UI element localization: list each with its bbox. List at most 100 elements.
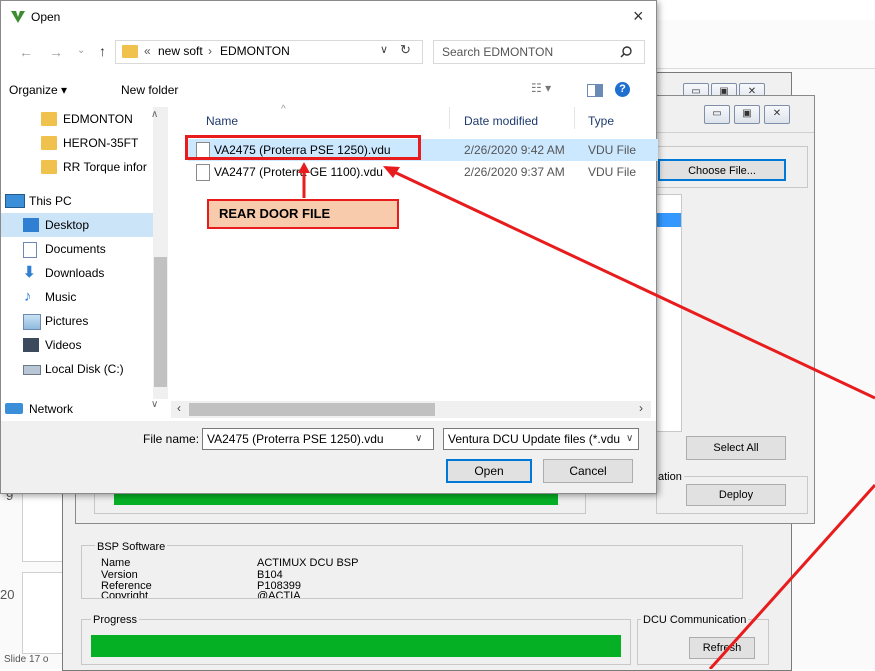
sidebar-item-label: Local Disk (C:) bbox=[45, 362, 124, 376]
sidebar-item-documents[interactable]: Documents bbox=[1, 237, 169, 261]
rear-door-callout: REAR DOOR FILE bbox=[207, 199, 399, 229]
preview-pane-icon[interactable] bbox=[587, 84, 603, 97]
column-divider bbox=[449, 107, 450, 129]
scroll-up-icon[interactable]: ∧ bbox=[151, 109, 158, 120]
bsp-value-name: ACTIMUX DCU BSP bbox=[257, 557, 359, 569]
app-logo-icon bbox=[11, 11, 25, 23]
back-arrow-icon[interactable]: ← bbox=[19, 44, 33, 60]
scroll-right-icon[interactable]: › bbox=[639, 401, 643, 415]
bsp-value-copyright: @ACTIA bbox=[257, 590, 301, 598]
file-name-dropdown-icon[interactable]: ∨ bbox=[415, 429, 422, 449]
sidebar-item-label: Desktop bbox=[45, 218, 90, 232]
progress-label: Progress bbox=[91, 614, 140, 626]
sidebar-item-label: This PC bbox=[29, 194, 72, 208]
choose-file-button[interactable]: Choose File... bbox=[658, 159, 786, 181]
sidebar-item-label: RR Torque infor bbox=[63, 160, 147, 174]
sidebar-item-local-disk[interactable]: Local Disk (C:) bbox=[1, 357, 169, 381]
file-icon bbox=[196, 164, 210, 181]
maximize-icon[interactable]: ▣ bbox=[734, 105, 760, 124]
new-folder-button[interactable]: New folder bbox=[121, 83, 178, 97]
search-input[interactable]: Search EDMONTON bbox=[442, 45, 553, 59]
deploy-button[interactable]: Deploy bbox=[686, 484, 786, 506]
file-name-value: VA2475 (Proterra PSE 1250).vdu bbox=[207, 432, 384, 446]
network-icon bbox=[5, 403, 23, 414]
slide-thumb-2[interactable] bbox=[22, 572, 66, 654]
slide-number-2: 20 bbox=[0, 587, 15, 602]
dcu-communication-label: DCU Communication bbox=[641, 614, 749, 626]
file-date: 2/26/2020 9:37 AM bbox=[464, 165, 565, 179]
nav-scrollbar[interactable] bbox=[153, 107, 168, 399]
sidebar-item-desktop[interactable]: Desktop bbox=[1, 213, 155, 237]
column-type[interactable]: Type bbox=[588, 114, 614, 128]
breadcrumb-current[interactable]: EDMONTON bbox=[220, 44, 290, 58]
breadcrumb-overflow[interactable]: « bbox=[144, 44, 151, 58]
sidebar-item-heron[interactable]: HERON-35FT bbox=[1, 131, 169, 155]
column-divider bbox=[574, 107, 575, 129]
file-type-filter[interactable]: Ventura DCU Update files (*.vdu ∨ bbox=[443, 428, 639, 450]
sidebar-item-rr-torque[interactable]: RR Torque infor bbox=[1, 155, 169, 179]
open-file-dialog: Open × ← → ⌄ ↑ « new soft › EDMONTON ∨ ↻… bbox=[0, 0, 658, 494]
disk-icon bbox=[23, 365, 41, 375]
sidebar-item-this-pc[interactable]: This PC bbox=[1, 189, 169, 213]
folder-icon bbox=[122, 45, 138, 58]
forward-arrow-icon[interactable]: → bbox=[49, 44, 63, 60]
sidebar-item-edmonton[interactable]: EDMONTON bbox=[1, 107, 169, 131]
search-icon[interactable] bbox=[620, 46, 632, 58]
open-button[interactable]: Open bbox=[446, 459, 532, 483]
minimize-icon[interactable]: ▭ bbox=[704, 105, 730, 124]
scroll-left-icon[interactable]: ‹ bbox=[177, 401, 181, 415]
address-dropdown-icon[interactable]: ∨ bbox=[380, 43, 388, 56]
downloads-icon: ⬇ bbox=[23, 264, 36, 281]
select-all-button[interactable]: Select All bbox=[686, 436, 786, 460]
file-list-box[interactable] bbox=[656, 194, 682, 432]
sidebar-item-videos[interactable]: Videos bbox=[1, 333, 169, 357]
refresh-icon[interactable]: ↻ bbox=[400, 42, 411, 58]
music-icon: ♪ bbox=[24, 288, 32, 305]
breadcrumb-parent[interactable]: new soft bbox=[158, 44, 203, 58]
organize-menu[interactable]: Organize ▾ bbox=[9, 83, 67, 97]
file-list-scrollbar[interactable]: ‹ › bbox=[171, 401, 651, 418]
file-row[interactable]: VA2477 (Proterra GE 1100).vdu 2/26/2020 … bbox=[188, 161, 658, 183]
refresh-button[interactable]: Refresh bbox=[689, 637, 755, 659]
sort-up-icon: ^ bbox=[281, 104, 286, 115]
bsp-title: BSP Software bbox=[95, 541, 168, 553]
column-date[interactable]: Date modified bbox=[464, 114, 538, 128]
pictures-icon bbox=[23, 314, 41, 330]
filter-dropdown-icon[interactable]: ∨ bbox=[624, 429, 634, 449]
sidebar-item-label: Videos bbox=[45, 338, 82, 352]
sidebar-item-label: EDMONTON bbox=[63, 112, 133, 126]
up-arrow-icon[interactable]: ↑ bbox=[99, 43, 106, 59]
dialog-title: Open bbox=[31, 10, 61, 24]
sidebar-item-label: Pictures bbox=[45, 314, 89, 328]
close-icon[interactable]: × bbox=[633, 6, 644, 27]
sidebar-item-pictures[interactable]: Pictures bbox=[1, 309, 169, 333]
desktop-icon bbox=[23, 218, 39, 232]
file-name: VA2477 (Proterra GE 1100).vdu bbox=[214, 165, 383, 179]
scroll-down-icon[interactable]: ∨ bbox=[151, 399, 158, 410]
folder-icon bbox=[41, 112, 57, 126]
cancel-button[interactable]: Cancel bbox=[543, 459, 633, 483]
address-bar[interactable]: « new soft › EDMONTON ∨ ↻ bbox=[115, 40, 423, 64]
file-date: 2/26/2020 9:42 AM bbox=[464, 143, 565, 157]
sidebar-item-network[interactable]: Network bbox=[1, 397, 169, 421]
folder-icon bbox=[41, 160, 57, 174]
recent-chevron-icon[interactable]: ⌄ bbox=[77, 45, 85, 56]
computer-icon bbox=[5, 194, 25, 208]
sidebar-item-label: Music bbox=[45, 290, 77, 304]
nav-scrollbar-thumb[interactable] bbox=[154, 257, 167, 387]
file-name-input[interactable]: VA2475 (Proterra PSE 1250).vdu ∨ bbox=[202, 428, 434, 450]
highlight-box bbox=[185, 135, 421, 160]
help-icon[interactable]: ? bbox=[615, 82, 630, 97]
operation-label: ation bbox=[656, 471, 684, 483]
file-list-scrollbar-thumb[interactable] bbox=[189, 403, 435, 416]
navigation-pane: EDMONTON HERON-35FT RR Torque infor This… bbox=[1, 107, 169, 422]
file-name-label: File name: bbox=[143, 432, 200, 446]
sidebar-item-downloads[interactable]: ⬇ Downloads bbox=[1, 261, 169, 285]
close-icon[interactable]: ✕ bbox=[764, 105, 790, 124]
view-options-icon[interactable]: ☷ ▾ bbox=[531, 81, 551, 95]
sidebar-item-music[interactable]: ♪ Music bbox=[1, 285, 169, 309]
column-name[interactable]: Name bbox=[206, 114, 238, 128]
search-box[interactable]: Search EDMONTON bbox=[433, 40, 645, 64]
sidebar-item-label: HERON-35FT bbox=[63, 136, 139, 150]
folder-icon bbox=[41, 136, 57, 150]
